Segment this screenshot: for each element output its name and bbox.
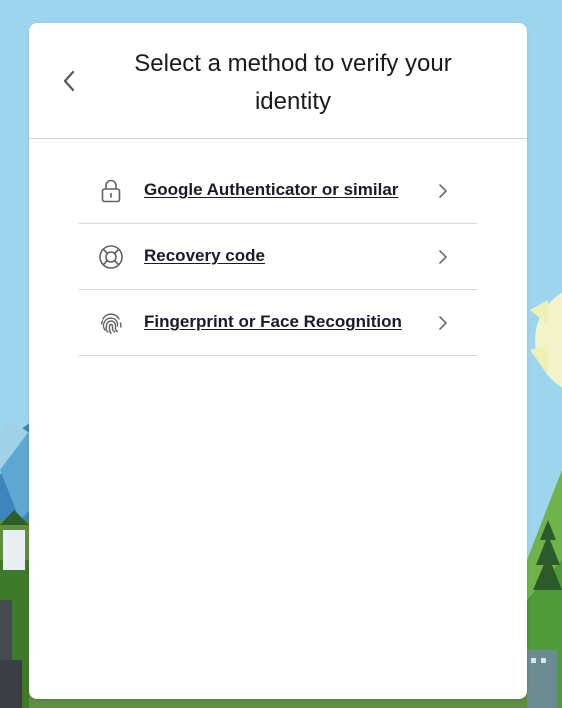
page-background: Select a method to verify your identity … bbox=[0, 0, 562, 708]
method-label[interactable]: Recovery code bbox=[144, 246, 265, 266]
chevron-right-icon bbox=[437, 314, 449, 332]
method-list: Google Authenticator or similar Recovery… bbox=[79, 158, 477, 356]
method-label[interactable]: Google Authenticator or similar bbox=[144, 180, 398, 200]
chevron-right-icon bbox=[437, 182, 449, 200]
back-button[interactable] bbox=[57, 67, 81, 95]
method-item-fingerprint[interactable]: Fingerprint or Face Recognition bbox=[79, 290, 477, 356]
lock-icon bbox=[98, 178, 124, 204]
dialog-header: Select a method to verify your identity bbox=[29, 23, 527, 139]
verification-dialog: Select a method to verify your identity … bbox=[29, 23, 527, 699]
dialog-title: Select a method to verify your identity bbox=[134, 50, 452, 115]
chevron-right-icon bbox=[437, 248, 449, 266]
lifebuoy-icon bbox=[98, 244, 124, 270]
method-item-authenticator[interactable]: Google Authenticator or similar bbox=[79, 158, 477, 224]
chevron-left-icon bbox=[63, 70, 75, 92]
method-item-recovery-code[interactable]: Recovery code bbox=[79, 224, 477, 290]
method-label[interactable]: Fingerprint or Face Recognition bbox=[144, 312, 402, 332]
fingerprint-icon bbox=[98, 310, 124, 336]
